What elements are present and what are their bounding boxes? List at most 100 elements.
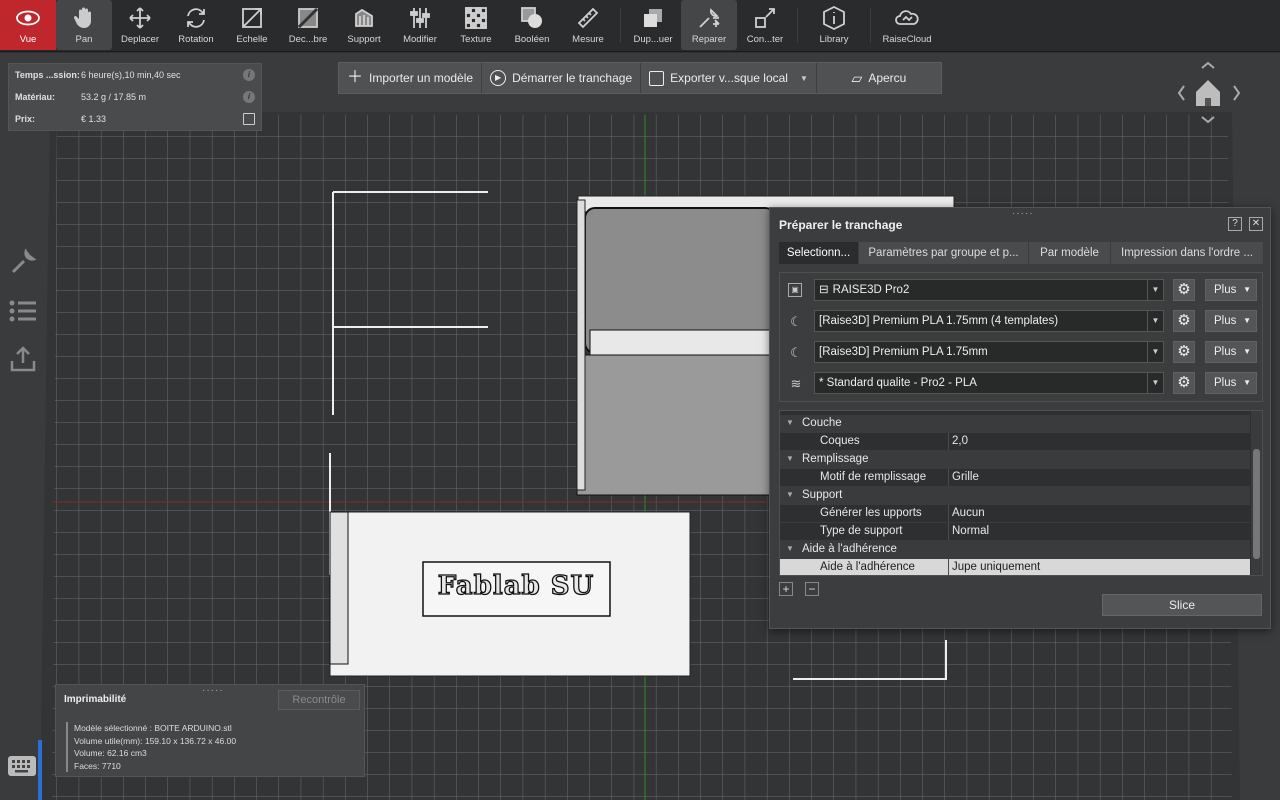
chevron-right-icon[interactable] xyxy=(1233,85,1241,101)
chevron-down-icon: ▼ xyxy=(1243,285,1251,294)
tool-pan[interactable]: Pan xyxy=(56,0,112,50)
preview-button[interactable]: ▱ Apercu xyxy=(817,63,941,93)
wrench-icon xyxy=(696,5,722,31)
duplicate-icon xyxy=(640,5,666,31)
quality-select[interactable]: * Standard qualite - Pro2 - PLA ▼ xyxy=(814,372,1164,394)
material2-settings-button[interactable]: ⚙ xyxy=(1173,341,1195,363)
chevron-up-icon[interactable] xyxy=(1201,61,1215,69)
save-icon[interactable] xyxy=(243,113,255,125)
material2-select[interactable]: [Raise3D] Premium PLA 1.75mm ▼ xyxy=(814,341,1164,363)
eye-icon xyxy=(15,5,41,31)
layers-icon: ≋ xyxy=(790,376,802,391)
recheck-button[interactable]: Recontrôle xyxy=(278,690,360,710)
tool-label: Con...ter xyxy=(746,34,784,45)
tool-label: Texture xyxy=(460,34,492,45)
tool-texture[interactable]: Texture xyxy=(448,0,504,50)
tool-modifier[interactable]: Modifier xyxy=(392,0,448,50)
tool-support[interactable]: Support xyxy=(336,0,392,50)
tool-rotation[interactable]: Rotation xyxy=(168,0,224,50)
info-icon[interactable]: i xyxy=(243,69,255,81)
printer-select[interactable]: ⊟ RAISE3D Pro2 ▼ xyxy=(814,279,1164,301)
tab-selection[interactable]: Selectionn... xyxy=(779,242,859,264)
material-label: Matériau: xyxy=(15,92,56,102)
tool-label: Support xyxy=(347,34,381,45)
printer-value: RAISE3D Pro2 xyxy=(832,284,910,296)
scrollbar-thumb[interactable] xyxy=(1253,449,1260,559)
tool-label: Deplacer xyxy=(120,34,160,45)
remove-setting-button[interactable]: − xyxy=(805,582,819,596)
tab-per-model[interactable]: Par modèle xyxy=(1029,242,1111,264)
tool-decoupe[interactable]: Dec...bre xyxy=(280,0,336,50)
expand-arrow-icon: ▼ xyxy=(786,454,794,463)
more-label: Plus xyxy=(1214,315,1237,327)
tool-dupliquer[interactable]: Dup...uer xyxy=(625,0,681,50)
home-icon[interactable] xyxy=(1196,80,1220,106)
import-model-button[interactable]: ＋ Importer un modèle xyxy=(339,63,483,93)
tree-group-support[interactable]: ▼ Support xyxy=(780,487,1250,505)
price-label: Prix: xyxy=(15,114,36,124)
quality-more-button[interactable]: Plus ▼ xyxy=(1205,372,1257,394)
group-name: Support xyxy=(802,489,843,501)
slice-button[interactable]: Slice xyxy=(1102,594,1262,616)
upload-icon[interactable] xyxy=(8,344,38,374)
printer-more-button[interactable]: Plus ▼ xyxy=(1205,279,1257,301)
material1-select[interactable]: [Raise3D] Premium PLA 1.75mm (4 template… xyxy=(814,310,1164,332)
help-button[interactable]: ? xyxy=(1228,217,1242,231)
chevron-down-icon: ▼ xyxy=(1243,347,1251,356)
start-label: Démarrer le tranchage xyxy=(512,71,633,85)
group-name: Remplissage xyxy=(802,453,869,465)
model-volume: Volume: 62.16 cm3 xyxy=(74,748,147,758)
tab-print-order[interactable]: Impression dans l'ordre ... xyxy=(1111,242,1263,264)
tool-booleen[interactable]: Booléen xyxy=(504,0,560,50)
expand-arrow-icon: ▼ xyxy=(786,418,794,427)
save-icon xyxy=(649,70,665,86)
tool-mesure[interactable]: Mesure xyxy=(560,0,616,50)
tool-reparer[interactable]: Reparer xyxy=(681,0,737,50)
export-button[interactable]: Exporter v...sque local ▼ xyxy=(641,63,817,93)
info-icon[interactable]: i xyxy=(243,91,255,103)
param-name: Aide à l'adhérence xyxy=(820,561,915,573)
material2-more-button[interactable]: Plus ▼ xyxy=(1205,341,1257,363)
tree-group-couche[interactable]: ▼ Couche xyxy=(780,415,1250,433)
price-value: € 1.33 xyxy=(81,114,107,124)
close-button[interactable]: ✕ xyxy=(1249,217,1263,231)
preview-label: Apercu xyxy=(868,71,907,85)
tree-row-generer[interactable]: Générer les upports Aucun xyxy=(780,505,1250,523)
quality-settings-button[interactable]: ⚙ xyxy=(1173,372,1195,394)
tree-row-aide-selected[interactable]: Aide à l'adhérence Jupe uniquement xyxy=(780,559,1250,575)
tree-row-motif[interactable]: Motif de remplissage Grille xyxy=(780,469,1250,487)
start-slicing-button[interactable]: ▶ Démarrer le tranchage xyxy=(482,63,642,93)
material1-more-button[interactable]: Plus ▼ xyxy=(1205,310,1257,332)
tool-echelle[interactable]: Echelle xyxy=(224,0,280,50)
material1-row: ☾ [Raise3D] Premium PLA 1.75mm (4 templa… xyxy=(780,310,1264,334)
quality-value: * Standard qualite - Pro2 - PLA xyxy=(819,377,977,389)
printer-settings-button[interactable]: ⚙ xyxy=(1173,279,1195,301)
tab-group-params[interactable]: Paramètres par groupe et p... xyxy=(859,242,1029,264)
chevron-down-icon[interactable] xyxy=(1201,116,1215,124)
tree-group-aide[interactable]: ▼ Aide à l'adhérence xyxy=(780,541,1250,559)
tree-scrollbar[interactable] xyxy=(1251,411,1262,575)
drag-handle[interactable]: ····· xyxy=(202,685,224,696)
tool-convertir[interactable]: Con...ter xyxy=(737,0,793,50)
toolbar-divider xyxy=(797,8,798,43)
chevron-down-icon: ▼ xyxy=(1243,316,1251,325)
chevron-left-icon[interactable] xyxy=(1177,85,1185,101)
profile-selectors: ▣ ⊟ RAISE3D Pro2 ▼ ⚙ Plus ▼ ☾ [Raise3D] Pr… xyxy=(779,272,1263,402)
tree-row-type[interactable]: Type de support Normal xyxy=(780,523,1250,541)
material1-settings-button[interactable]: ⚙ xyxy=(1173,310,1195,332)
rotate-icon xyxy=(183,5,209,31)
model-engraved-text: Fablab SU xyxy=(437,570,595,601)
wrench-icon[interactable] xyxy=(8,247,38,277)
list-icon[interactable] xyxy=(8,296,38,326)
add-setting-button[interactable]: + xyxy=(779,582,793,596)
tree-row-coques[interactable]: Coques 2,0 xyxy=(780,433,1250,451)
tool-label: Booléen xyxy=(514,34,550,45)
chevron-down-icon[interactable]: ▼ xyxy=(800,74,808,83)
tool-library[interactable]: Library xyxy=(802,0,866,50)
drag-handle[interactable]: ····· xyxy=(1012,208,1034,219)
tree-group-remplissage[interactable]: ▼ Remplissage xyxy=(780,451,1250,469)
tool-raisecloud[interactable]: RaiseCloud xyxy=(875,0,939,50)
tool-deplacer[interactable]: Deplacer xyxy=(112,0,168,50)
tool-vue[interactable]: Vue xyxy=(0,0,56,50)
keyboard-icon[interactable] xyxy=(8,756,36,776)
